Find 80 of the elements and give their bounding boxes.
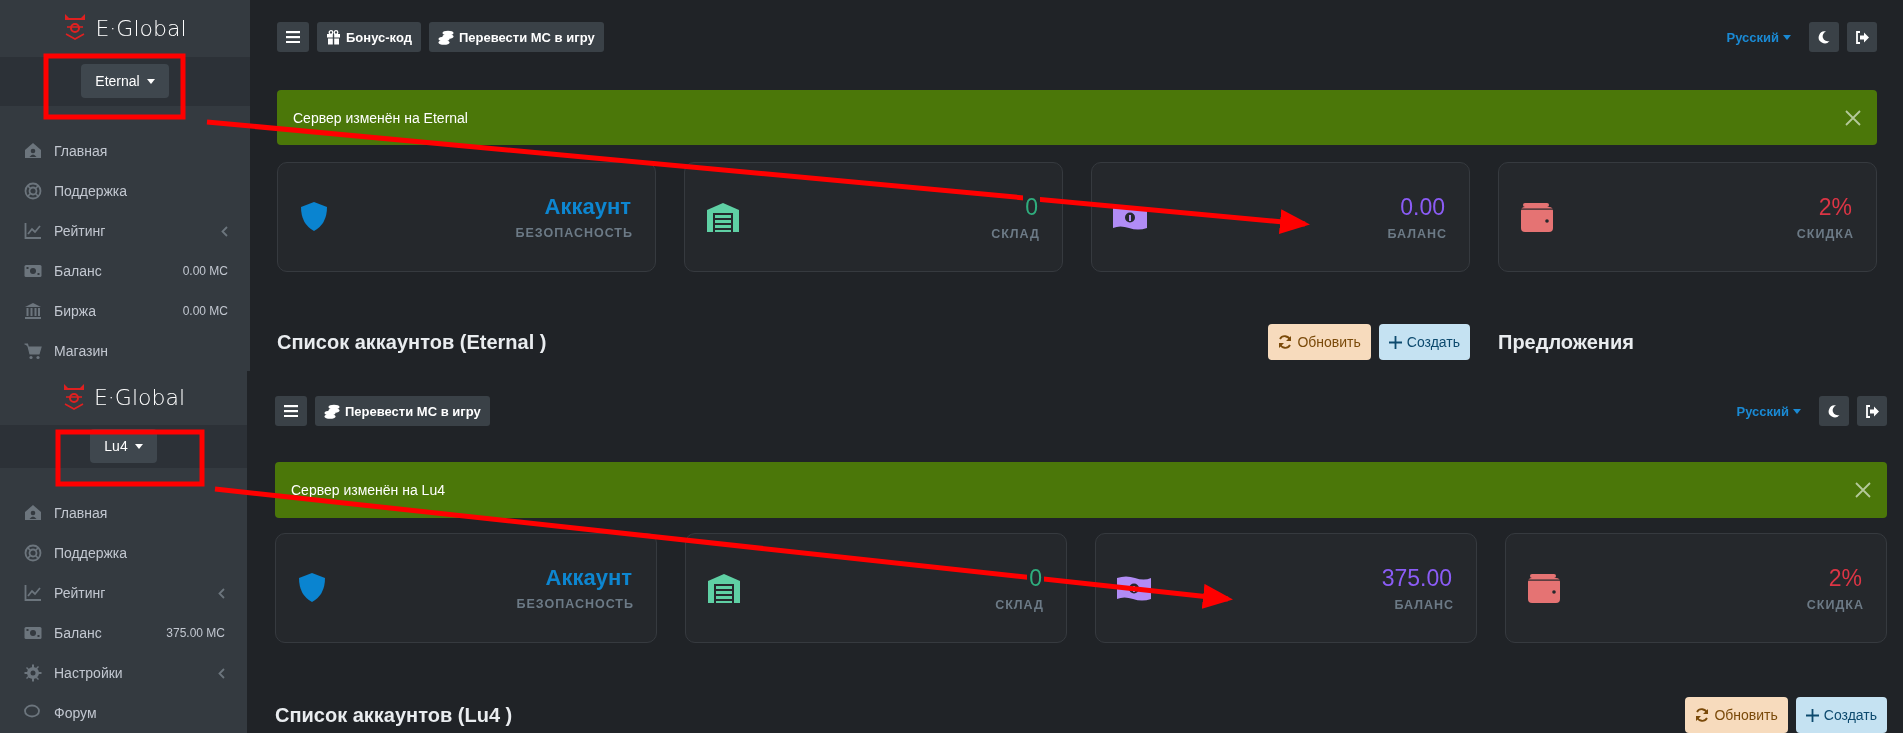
sidebar-item[interactable]: Настройки <box>0 653 247 693</box>
sidebar-item[interactable]: Поддержка <box>0 171 250 211</box>
theme-button[interactable] <box>1809 22 1839 52</box>
support-icon <box>24 182 42 200</box>
theme-button[interactable] <box>1819 396 1849 426</box>
create-button[interactable]: Создать <box>1795 697 1887 733</box>
refresh-icon <box>1278 335 1293 349</box>
section-title: Предложения <box>1498 330 1635 354</box>
stat-label: СКЛАД <box>991 226 1040 241</box>
stat-label: СКИДКА <box>1796 226 1854 241</box>
sidebar-item[interactable]: Поддержка <box>0 533 247 573</box>
moon-icon <box>1828 404 1840 418</box>
alert-text: Сервер изменён на Eternal <box>293 109 469 126</box>
menu-icon <box>286 31 300 43</box>
wallet-icon <box>1519 200 1555 234</box>
stat-label: СКИДКА <box>1806 597 1864 612</box>
home-icon <box>24 504 42 522</box>
close-button[interactable] <box>1845 109 1861 126</box>
menu-button[interactable] <box>275 396 307 426</box>
toolbar-button[interactable]: Перевести МС в игру <box>428 22 604 52</box>
coins-icon <box>324 403 340 419</box>
sidebar-item[interactable]: Рейтинг <box>0 211 250 251</box>
sidebar-item[interactable]: Форум <box>0 693 247 733</box>
logout-button[interactable] <box>1857 396 1887 426</box>
section-title: Список аккаунтов (Eternal ) <box>277 330 548 354</box>
sidebar-item[interactable]: Баланс 0.00 MC <box>0 251 250 291</box>
close-button[interactable] <box>1855 482 1871 498</box>
menu-icon <box>284 405 298 417</box>
plus-icon <box>1805 708 1819 722</box>
refresh-icon <box>1695 708 1710 722</box>
sidebar-item[interactable]: Баланс 375.00 MC <box>0 613 247 653</box>
refresh-button[interactable]: Обновить <box>1268 324 1371 360</box>
section-title: Список аккаунтов (Lu4 ) <box>275 703 514 727</box>
sidebar-item[interactable]: Биржа 0.00 MC <box>0 291 250 331</box>
create-button[interactable]: Создать <box>1378 324 1470 360</box>
menu-button[interactable] <box>277 22 309 52</box>
logout-icon <box>1864 404 1880 418</box>
stat-label: БАЛАНС <box>1387 226 1447 241</box>
home-icon <box>24 142 42 160</box>
warehouse-icon <box>706 571 742 605</box>
warehouse-icon <box>705 200 741 234</box>
language-dropdown[interactable]: Русский <box>1720 28 1797 46</box>
toolbar-button[interactable]: Бонус-код <box>317 22 421 52</box>
language-dropdown[interactable]: Русский <box>1730 402 1807 420</box>
logo-icon <box>61 382 86 413</box>
stat-label: БАЛАНС <box>1394 597 1454 612</box>
caret-icon <box>146 78 155 84</box>
alert-text: Сервер изменён на Lu4 <box>291 482 446 498</box>
stat-label: БЕЗОПАСНОСТЬ <box>515 226 633 240</box>
balance-icon <box>24 624 42 642</box>
logout-icon <box>1854 30 1870 44</box>
sidebar-item[interactable]: Рейтинг <box>0 573 247 613</box>
brand-name: E·Global <box>93 385 186 411</box>
sidebar-item[interactable]: Главная <box>0 131 250 171</box>
close-icon <box>1855 482 1871 498</box>
caret-icon <box>1783 34 1791 40</box>
wallet-icon <box>1526 571 1562 605</box>
brand-name: E·Global <box>95 15 187 41</box>
coins-icon <box>437 29 454 45</box>
shop-icon <box>24 342 42 360</box>
rating-icon <box>24 222 42 240</box>
refresh-button[interactable]: Обновить <box>1685 697 1788 733</box>
plus-icon <box>1388 335 1402 349</box>
stat-label: БЕЗОПАСНОСТЬ <box>516 597 634 611</box>
caret-icon <box>134 443 143 449</box>
sidebar-item[interactable]: Главная <box>0 493 247 533</box>
rating-icon <box>24 584 42 602</box>
toolbar-button[interactable]: Перевести МС в игру <box>315 396 490 426</box>
server-dropdown[interactable]: Eternal <box>81 64 169 99</box>
support-icon <box>24 544 42 562</box>
settings-icon <box>24 664 42 682</box>
sidebar-item[interactable]: Магазин <box>0 331 250 371</box>
logout-button[interactable] <box>1847 22 1877 52</box>
caret-icon <box>1793 408 1801 414</box>
moon-icon <box>1818 30 1830 44</box>
stat-label: СКЛАД <box>995 597 1044 612</box>
exchange-icon <box>24 302 42 320</box>
balance-icon <box>24 262 42 280</box>
close-icon <box>1845 109 1861 126</box>
gift-icon <box>326 29 341 45</box>
